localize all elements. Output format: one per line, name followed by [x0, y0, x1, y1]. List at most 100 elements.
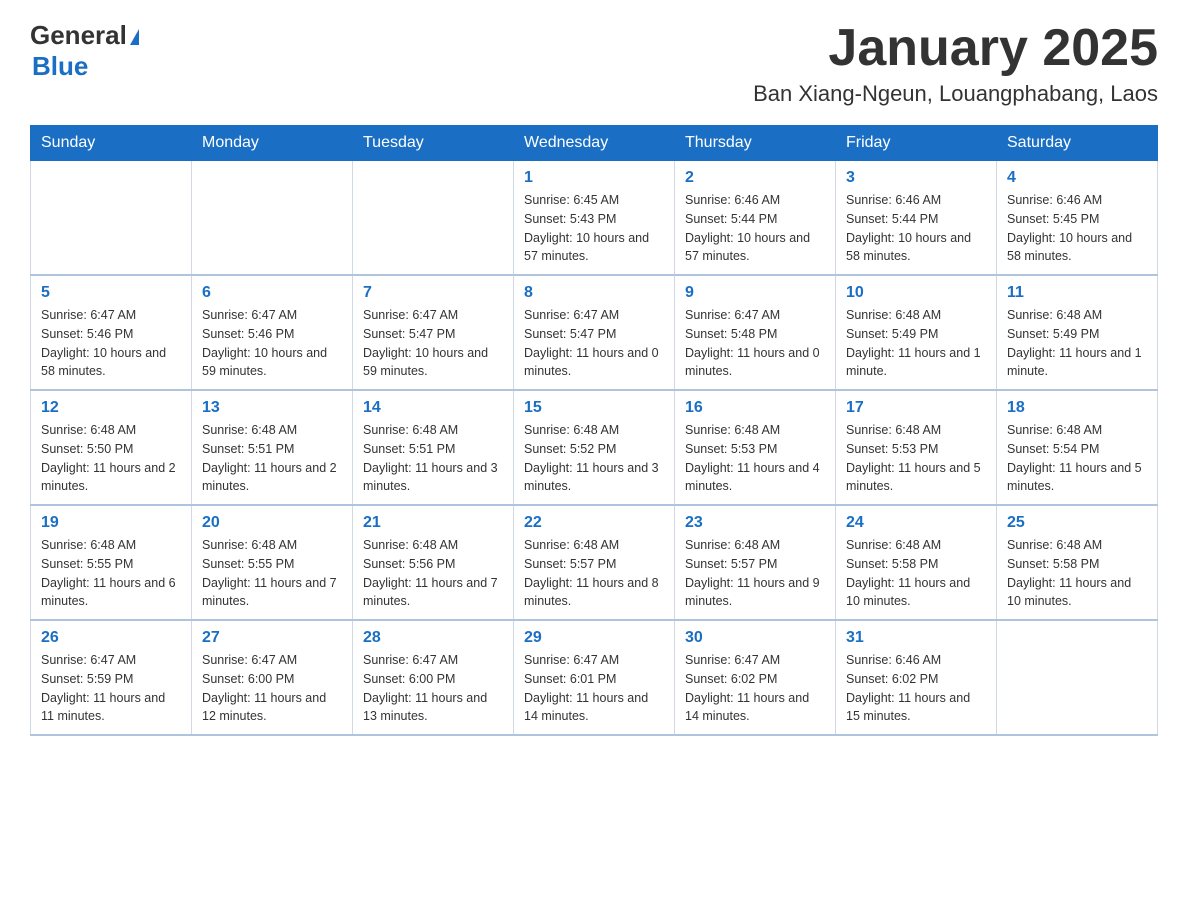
day-info: Sunrise: 6:48 AMSunset: 5:49 PMDaylight:… [1007, 306, 1147, 381]
day-number: 20 [202, 514, 342, 532]
calendar-cell: 5 Sunrise: 6:47 AMSunset: 5:46 PMDaylight… [31, 275, 192, 390]
weekday-header-tuesday: Tuesday [353, 126, 514, 161]
day-number: 30 [685, 629, 825, 647]
page-header: General Blue January 2025 Ban Xiang-Ngeu… [30, 20, 1158, 107]
day-number: 16 [685, 399, 825, 417]
calendar-cell: 2Sunrise: 6:46 AMSunset: 5:44 PMDaylight… [675, 161, 836, 276]
day-info: Sunrise: 6:48 AMSunset: 5:49 PMDaylight:… [846, 306, 986, 381]
day-number: 18 [1007, 399, 1147, 417]
day-info: Sunrise: 6:48 AMSunset: 5:51 PMDaylight:… [202, 421, 342, 496]
day-info: Sunrise: 6:47 AMSunset: 5:48 PMDaylight:… [685, 306, 825, 381]
calendar-cell: 15 Sunrise: 6:48 AMSunset: 5:52 PMDayligh… [514, 390, 675, 505]
calendar-cell [997, 620, 1158, 735]
day-info: Sunrise: 6:46 AMSunset: 5:45 PMDaylight:… [1007, 191, 1147, 266]
calendar-cell: 21Sunrise: 6:48 AMSunset: 5:56 PMDayligh… [353, 505, 514, 620]
calendar-week-row: 26 Sunrise: 6:47 AMSunset: 5:59 PMDayligh… [31, 620, 1158, 735]
weekday-header-saturday: Saturday [997, 126, 1158, 161]
day-number: 8 [524, 284, 664, 302]
day-info: Sunrise: 6:48 AMSunset: 5:50 PMDaylight:… [41, 421, 181, 496]
day-number: 29 [524, 629, 664, 647]
day-info: Sunrise: 6:48 AMSunset: 5:51 PMDaylight:… [363, 421, 503, 496]
day-number: 31 [846, 629, 986, 647]
calendar-cell: 7Sunrise: 6:47 AMSunset: 5:47 PMDaylight… [353, 275, 514, 390]
day-number: 19 [41, 514, 181, 532]
day-number: 26 [41, 629, 181, 647]
day-info: Sunrise: 6:48 AMSunset: 5:54 PMDaylight:… [1007, 421, 1147, 496]
day-info: Sunrise: 6:47 AMSunset: 5:59 PMDaylight:… [41, 651, 181, 726]
calendar-cell: 13 Sunrise: 6:48 AMSunset: 5:51 PMDayligh… [192, 390, 353, 505]
day-info: Sunrise: 6:46 AMSunset: 5:44 PMDaylight:… [846, 191, 986, 266]
day-info: Sunrise: 6:47 AMSunset: 6:02 PMDaylight:… [685, 651, 825, 726]
weekday-header-thursday: Thursday [675, 126, 836, 161]
calendar-header: SundayMondayTuesdayWednesdayThursdayFrid… [31, 126, 1158, 161]
calendar-cell: 22Sunrise: 6:48 AMSunset: 5:57 PMDayligh… [514, 505, 675, 620]
day-info: Sunrise: 6:48 AMSunset: 5:52 PMDaylight:… [524, 421, 664, 496]
day-number: 4 [1007, 169, 1147, 187]
calendar-cell: 19 Sunrise: 6:48 AMSunset: 5:55 PMDayligh… [31, 505, 192, 620]
day-info: Sunrise: 6:48 AMSunset: 5:58 PMDaylight:… [846, 536, 986, 611]
day-number: 9 [685, 284, 825, 302]
day-info: Sunrise: 6:45 AMSunset: 5:43 PMDaylight:… [524, 191, 664, 266]
day-info: Sunrise: 6:47 AMSunset: 5:46 PMDaylight:… [202, 306, 342, 381]
weekday-header-sunday: Sunday [31, 126, 192, 161]
weekday-header-wednesday: Wednesday [514, 126, 675, 161]
day-number: 10 [846, 284, 986, 302]
calendar-cell: 14 Sunrise: 6:48 AMSunset: 5:51 PMDayligh… [353, 390, 514, 505]
calendar-cell: 31 Sunrise: 6:46 AMSunset: 6:02 PMDayligh… [836, 620, 997, 735]
calendar-cell: 8 Sunrise: 6:47 AMSunset: 5:47 PMDaylight… [514, 275, 675, 390]
calendar-cell: 4 Sunrise: 6:46 AMSunset: 5:45 PMDaylight… [997, 161, 1158, 276]
calendar-week-row: 19 Sunrise: 6:48 AMSunset: 5:55 PMDayligh… [31, 505, 1158, 620]
day-info: Sunrise: 6:47 AMSunset: 5:47 PMDaylight:… [524, 306, 664, 381]
day-number: 5 [41, 284, 181, 302]
calendar-cell: 17 Sunrise: 6:48 AMSunset: 5:53 PMDayligh… [836, 390, 997, 505]
calendar-cell: 30 Sunrise: 6:47 AMSunset: 6:02 PMDayligh… [675, 620, 836, 735]
day-number: 28 [363, 629, 503, 647]
calendar-cell: 6Sunrise: 6:47 AMSunset: 5:46 PMDaylight… [192, 275, 353, 390]
calendar-cell: 16 Sunrise: 6:48 AMSunset: 5:53 PMDayligh… [675, 390, 836, 505]
calendar-cell: 28Sunrise: 6:47 AMSunset: 6:00 PMDayligh… [353, 620, 514, 735]
day-number: 14 [363, 399, 503, 417]
day-info: Sunrise: 6:48 AMSunset: 5:53 PMDaylight:… [685, 421, 825, 496]
day-info: Sunrise: 6:47 AMSunset: 6:01 PMDaylight:… [524, 651, 664, 726]
location-title: Ban Xiang-Ngeun, Louangphabang, Laos [753, 81, 1158, 107]
calendar-cell: 26 Sunrise: 6:47 AMSunset: 5:59 PMDayligh… [31, 620, 192, 735]
day-info: Sunrise: 6:48 AMSunset: 5:57 PMDaylight:… [524, 536, 664, 611]
calendar-cell [353, 161, 514, 276]
calendar-cell: 11 Sunrise: 6:48 AMSunset: 5:49 PMDayligh… [997, 275, 1158, 390]
weekday-row: SundayMondayTuesdayWednesdayThursdayFrid… [31, 126, 1158, 161]
day-info: Sunrise: 6:48 AMSunset: 5:57 PMDaylight:… [685, 536, 825, 611]
day-info: Sunrise: 6:48 AMSunset: 5:55 PMDaylight:… [41, 536, 181, 611]
day-info: Sunrise: 6:46 AMSunset: 6:02 PMDaylight:… [846, 651, 986, 726]
calendar-cell: 23 Sunrise: 6:48 AMSunset: 5:57 PMDayligh… [675, 505, 836, 620]
day-number: 11 [1007, 284, 1147, 302]
calendar-week-row: 5 Sunrise: 6:47 AMSunset: 5:46 PMDaylight… [31, 275, 1158, 390]
day-number: 2 [685, 169, 825, 187]
calendar-table: SundayMondayTuesdayWednesdayThursdayFrid… [30, 125, 1158, 736]
calendar-cell: 9 Sunrise: 6:47 AMSunset: 5:48 PMDaylight… [675, 275, 836, 390]
day-number: 3 [846, 169, 986, 187]
calendar-cell: 1Sunrise: 6:45 AMSunset: 5:43 PMDaylight… [514, 161, 675, 276]
calendar-cell: 12Sunrise: 6:48 AMSunset: 5:50 PMDayligh… [31, 390, 192, 505]
calendar-cell: 27Sunrise: 6:47 AMSunset: 6:00 PMDayligh… [192, 620, 353, 735]
day-number: 25 [1007, 514, 1147, 532]
day-number: 15 [524, 399, 664, 417]
calendar-cell [192, 161, 353, 276]
calendar-body: 1Sunrise: 6:45 AMSunset: 5:43 PMDaylight… [31, 161, 1158, 736]
calendar-cell: 20Sunrise: 6:48 AMSunset: 5:55 PMDayligh… [192, 505, 353, 620]
logo: General Blue [30, 20, 139, 82]
day-number: 23 [685, 514, 825, 532]
day-info: Sunrise: 6:47 AMSunset: 5:46 PMDaylight:… [41, 306, 181, 381]
calendar-week-row: 12Sunrise: 6:48 AMSunset: 5:50 PMDayligh… [31, 390, 1158, 505]
day-info: Sunrise: 6:48 AMSunset: 5:56 PMDaylight:… [363, 536, 503, 611]
logo-triangle-icon [130, 29, 139, 45]
calendar-cell: 29 Sunrise: 6:47 AMSunset: 6:01 PMDayligh… [514, 620, 675, 735]
day-info: Sunrise: 6:48 AMSunset: 5:53 PMDaylight:… [846, 421, 986, 496]
day-number: 7 [363, 284, 503, 302]
day-number: 24 [846, 514, 986, 532]
calendar-week-row: 1Sunrise: 6:45 AMSunset: 5:43 PMDaylight… [31, 161, 1158, 276]
calendar-cell [31, 161, 192, 276]
weekday-header-monday: Monday [192, 126, 353, 161]
day-number: 13 [202, 399, 342, 417]
day-number: 17 [846, 399, 986, 417]
day-info: Sunrise: 6:48 AMSunset: 5:58 PMDaylight:… [1007, 536, 1147, 611]
